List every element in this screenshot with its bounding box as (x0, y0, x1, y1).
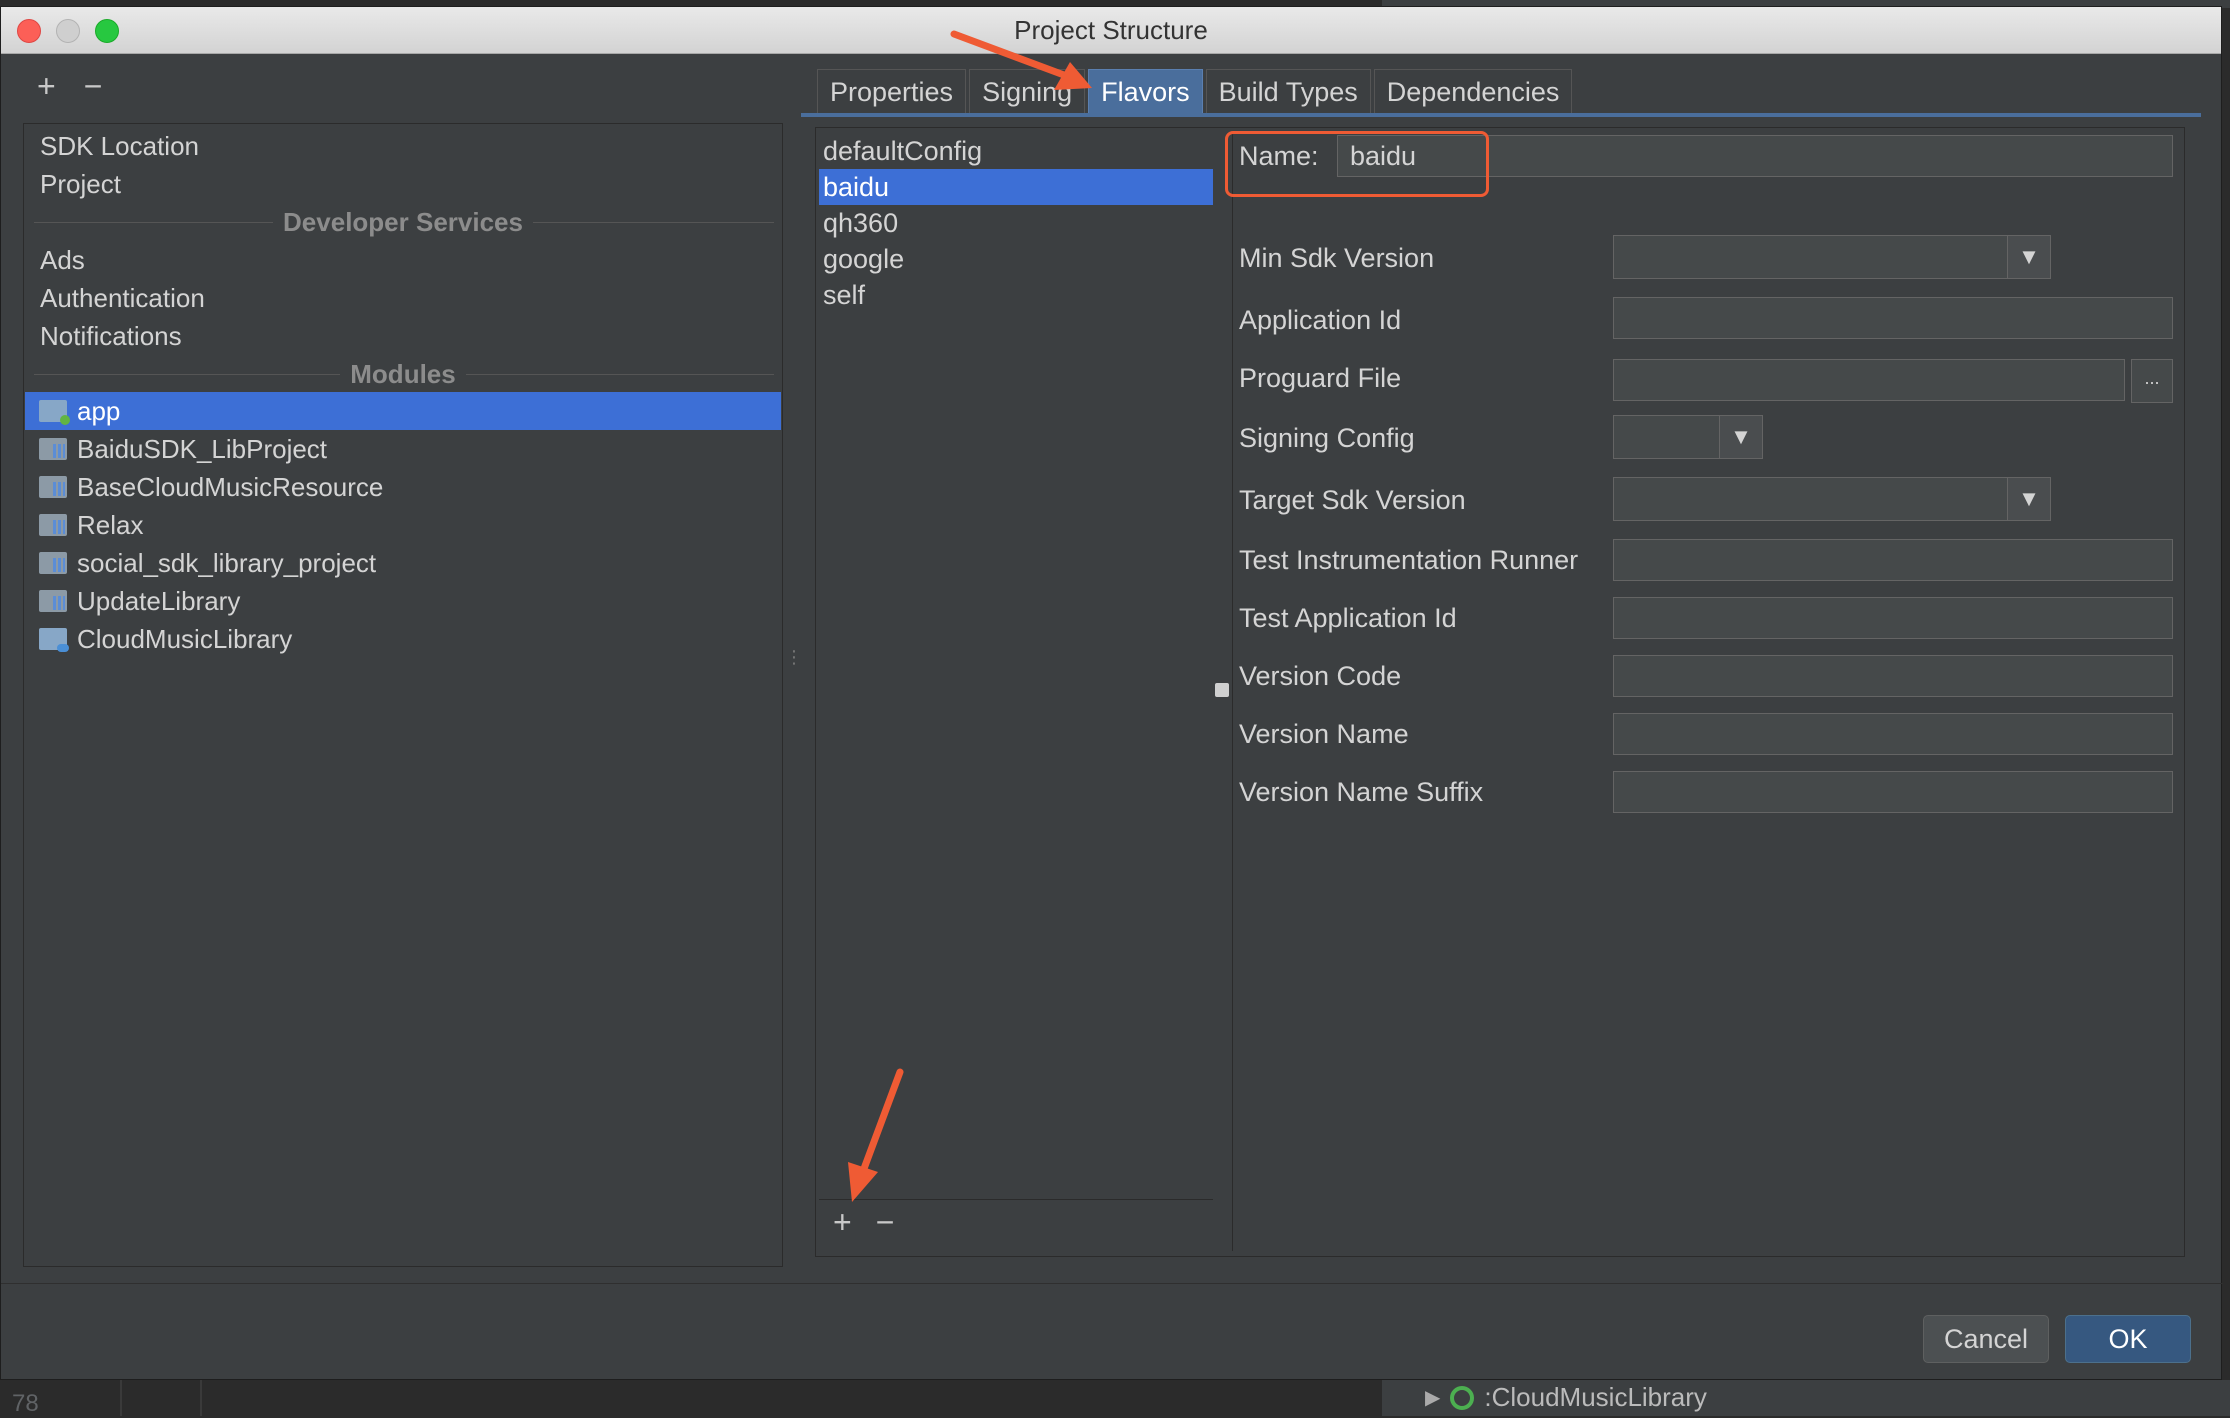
module-label: BaseCloudMusicResource (77, 471, 384, 502)
nav-item-notifications[interactable]: Notifications (40, 318, 182, 354)
module-item-updatelibrary[interactable]: UpdateLibrary (25, 582, 781, 620)
modules-header: Modules (24, 356, 782, 392)
project-structure-dialog: Project Structure + − SDK Location Proje… (0, 6, 2223, 1380)
window-title: Project Structure (1014, 15, 1208, 45)
module-item-app[interactable]: app (25, 392, 781, 430)
signing-config-label: Signing Config (1239, 423, 1415, 453)
chevron-down-icon[interactable]: ▼ (2007, 478, 2050, 520)
library-module-icon (39, 438, 67, 460)
expand-arrow-icon[interactable]: ▶ (1425, 1385, 1440, 1410)
version-name-input[interactable] (1613, 713, 2173, 755)
module-label: CloudMusicLibrary (77, 623, 293, 654)
nav-item-authentication[interactable]: Authentication (40, 280, 205, 316)
module-item-relax[interactable]: Relax (25, 506, 781, 544)
flavor-item-google[interactable]: google (819, 241, 1213, 277)
library-module-icon (39, 476, 67, 498)
remove-button[interactable]: − (84, 70, 103, 102)
module-item-cloudmusiclibrary[interactable]: CloudMusicLibrary (25, 620, 781, 658)
bottom-separator (1, 1283, 2223, 1284)
version-name-label: Version Name (1239, 719, 1409, 749)
tab-bar: Properties Signing Flavors Build Types D… (817, 69, 1575, 113)
ide-line-number: 78 (12, 1390, 39, 1417)
test-instrumentation-runner-input[interactable] (1613, 539, 2173, 581)
signing-config-combo[interactable]: ▼ (1613, 415, 1763, 459)
module-label: app (77, 395, 121, 426)
ide-tree-item-label: :CloudMusicLibrary (1484, 1382, 1707, 1412)
left-nav-panel: SDK Location Project Developer Services … (23, 123, 783, 1267)
library-module-icon (39, 590, 67, 612)
tab-dependencies[interactable]: Dependencies (1373, 69, 1573, 113)
title-bar[interactable]: Project Structure (1, 7, 2221, 54)
panel-splitter-handle[interactable]: ⋮ (785, 648, 803, 683)
app-module-icon (39, 400, 70, 425)
module-label: UpdateLibrary (77, 585, 241, 616)
ide-tree-item[interactable]: ▶ :CloudMusicLibrary (1425, 1382, 1707, 1413)
nav-item-ads[interactable]: Ads (40, 242, 85, 278)
cancel-button[interactable]: Cancel (1923, 1315, 2049, 1363)
add-button[interactable]: + (37, 70, 56, 102)
group-label: Modules (340, 358, 466, 390)
version-name-suffix-input[interactable] (1613, 771, 2173, 813)
tab-properties[interactable]: Properties (817, 69, 967, 113)
flavor-item-qh360[interactable]: qh360 (819, 205, 1213, 241)
proguard-file-input[interactable] (1613, 359, 2125, 401)
tab-flavors[interactable]: Flavors (1088, 69, 1203, 113)
tab-underline (801, 113, 2201, 117)
nav-item-sdk-location[interactable]: SDK Location (40, 128, 199, 164)
annotation-arrow-icon (950, 30, 1092, 90)
developer-services-header: Developer Services (24, 204, 782, 240)
library-module-icon (39, 552, 67, 574)
version-name-suffix-label: Version Name Suffix (1239, 777, 1484, 807)
left-toolbar: + − (37, 70, 103, 102)
application-id-input[interactable] (1613, 297, 2173, 339)
ok-button[interactable]: OK (2065, 1315, 2191, 1363)
proguard-file-label: Proguard File (1239, 363, 1402, 393)
min-sdk-version-label: Min Sdk Version (1239, 243, 1435, 273)
annotation-arrow-icon (848, 1068, 904, 1202)
remove-flavor-button[interactable]: − (876, 1206, 895, 1238)
module-icon (1450, 1385, 1475, 1410)
group-label: Developer Services (273, 206, 533, 238)
nav-item-project[interactable]: Project (40, 166, 121, 202)
module-label: Relax (77, 509, 144, 540)
chevron-down-icon[interactable]: ▼ (1719, 416, 1762, 458)
ide-gutter (120, 1380, 122, 1416)
add-flavor-button[interactable]: + (833, 1206, 852, 1238)
annotation-highlight-box (1225, 131, 1489, 197)
library-module-icon (39, 514, 67, 536)
module-item-social-sdk[interactable]: social_sdk_library_project (25, 544, 781, 582)
target-sdk-version-combo[interactable]: ▼ (1613, 477, 2051, 521)
module-label: BaiduSDK_LibProject (77, 433, 328, 464)
tab-build-types[interactable]: Build Types (1205, 69, 1371, 113)
ide-gutter-2 (200, 1380, 202, 1416)
flavor-item-defaultconfig[interactable]: defaultConfig (819, 133, 1213, 169)
flavor-list-toolbar: + − (833, 1206, 895, 1238)
module-label: social_sdk_library_project (77, 547, 377, 578)
test-instrumentation-runner-label: Test Instrumentation Runner (1239, 545, 1579, 575)
browse-proguard-button[interactable]: ... (2131, 359, 2173, 403)
flavor-item-baidu[interactable]: baidu (819, 169, 1213, 205)
application-id-label: Application Id (1239, 305, 1402, 335)
flavor-item-self[interactable]: self (819, 277, 1213, 313)
chevron-down-icon[interactable]: ▼ (2007, 236, 2050, 278)
version-code-input[interactable] (1613, 655, 2173, 697)
module-item-basecloudmusicresource[interactable]: BaseCloudMusicResource (25, 468, 781, 506)
version-code-label: Version Code (1239, 661, 1402, 691)
test-application-id-label: Test Application Id (1239, 603, 1457, 633)
min-sdk-version-combo[interactable]: ▼ (1613, 235, 2051, 279)
module-item-baidusdk[interactable]: BaiduSDK_LibProject (25, 430, 781, 468)
target-sdk-version-label: Target Sdk Version (1239, 485, 1466, 515)
test-application-id-input[interactable] (1613, 597, 2173, 639)
divider-handle[interactable] (1215, 683, 1229, 697)
cloud-module-icon (39, 628, 69, 652)
